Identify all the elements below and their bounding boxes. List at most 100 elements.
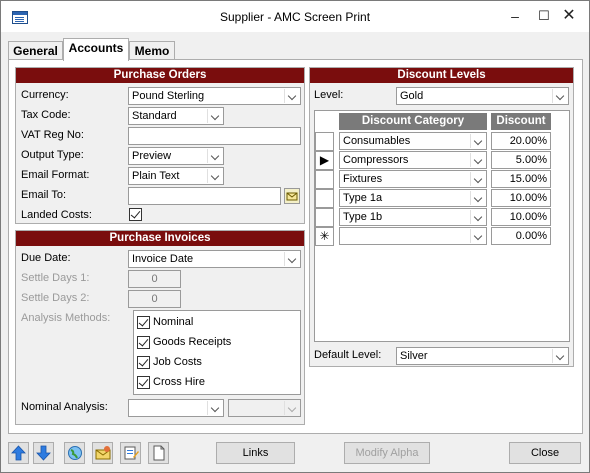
tax-code-select[interactable]: Standard [128, 107, 224, 125]
email-icon[interactable] [284, 188, 300, 204]
output-type-select[interactable]: Preview [128, 147, 224, 165]
blank-page-icon [153, 445, 165, 461]
currency-select[interactable]: Pound Sterling [128, 87, 301, 105]
notes-button[interactable] [120, 442, 141, 464]
email-to-label: Email To: [21, 189, 67, 201]
nominal-label: Nominal [153, 316, 194, 328]
chevron-down-icon[interactable] [284, 252, 299, 266]
default-level-label: Default Level: [314, 349, 382, 361]
discount-grid: Discount Category Discount Consumables 2… [314, 110, 570, 342]
nominal-analysis-select[interactable] [128, 399, 224, 417]
chevron-down-icon[interactable] [470, 172, 485, 186]
discount-category-header: Discount Category [339, 113, 487, 130]
new-document-button[interactable] [148, 442, 169, 464]
envelope-icon [95, 446, 111, 460]
category-value: Type 1b [343, 211, 383, 223]
links-button[interactable]: Links [216, 442, 295, 464]
web-button[interactable] [64, 442, 85, 464]
discount-levels-section: Discount Levels Level: Gold Discount Cat… [309, 67, 574, 367]
chevron-down-icon[interactable] [470, 153, 485, 167]
chevron-down-icon[interactable] [470, 134, 485, 148]
tab-accounts[interactable]: Accounts [63, 38, 129, 61]
level-label: Level: [314, 89, 344, 101]
chevron-down-icon[interactable] [552, 89, 567, 103]
arrow-up-icon [11, 445, 26, 461]
row-selector[interactable] [315, 132, 334, 151]
record-up-button[interactable] [8, 442, 29, 464]
chevron-down-icon[interactable] [207, 149, 222, 163]
discount-header: Discount [491, 113, 551, 130]
supplier-window: Supplier - AMC Screen Print – ☐ ✕ Genera… [0, 0, 590, 473]
analysis-methods-label: Analysis Methods: [21, 312, 111, 324]
landed-costs-checkbox[interactable] [129, 208, 142, 221]
category-cell[interactable] [339, 227, 487, 245]
document-edit-icon [124, 446, 139, 460]
category-cell[interactable]: Compressors [339, 151, 487, 169]
level-select[interactable]: Gold [396, 87, 569, 105]
purchase-orders-heading: Purchase Orders [16, 68, 304, 83]
vat-reg-input[interactable] [128, 127, 301, 145]
email-to-input[interactable] [128, 187, 281, 205]
discount-cell[interactable]: 10.00% [491, 208, 551, 226]
window-title: Supplier - AMC Screen Print [219, 10, 371, 24]
category-cell[interactable]: Consumables [339, 132, 487, 150]
discount-cell[interactable]: 0.00% [491, 227, 551, 245]
nominal-checkbox[interactable] [137, 316, 150, 329]
title-bar: Supplier - AMC Screen Print – ☐ ✕ [1, 1, 589, 32]
due-date-label: Due Date: [21, 252, 71, 264]
default-level-select[interactable]: Silver [396, 347, 569, 365]
category-cell[interactable]: Type 1b [339, 208, 487, 226]
email-format-value: Plain Text [132, 170, 180, 182]
chevron-down-icon[interactable] [470, 229, 485, 243]
due-date-value: Invoice Date [132, 253, 194, 265]
record-down-button[interactable] [33, 442, 54, 464]
analysis-methods-group: Nominal Goods Receipts Job Costs Cross H… [133, 310, 301, 395]
discount-cell[interactable]: 10.00% [491, 189, 551, 207]
close-button[interactable]: Close [509, 442, 581, 464]
email-button[interactable] [92, 442, 113, 464]
row-selector[interactable] [315, 170, 334, 189]
maximize-icon[interactable]: ☐ [532, 7, 556, 27]
minimize-icon[interactable]: – [503, 7, 527, 27]
row-selector[interactable] [315, 189, 334, 208]
chevron-down-icon[interactable] [284, 89, 299, 103]
due-date-select[interactable]: Invoice Date [128, 250, 301, 268]
email-format-select[interactable]: Plain Text [128, 167, 224, 185]
accounts-panel: Purchase Orders Currency: Pound Sterling… [8, 59, 583, 434]
discount-cell[interactable]: 15.00% [491, 170, 551, 188]
chevron-down-icon[interactable] [207, 109, 222, 123]
category-value: Compressors [343, 154, 409, 166]
close-icon[interactable]: ✕ [557, 7, 581, 27]
category-cell[interactable]: Fixtures [339, 170, 487, 188]
cross-hire-label: Cross Hire [153, 376, 205, 388]
chevron-down-icon[interactable] [207, 401, 222, 415]
job-costs-checkbox[interactable] [137, 356, 150, 369]
output-type-label: Output Type: [21, 149, 84, 161]
chevron-down-icon[interactable] [470, 210, 485, 224]
chevron-down-icon[interactable] [552, 349, 567, 363]
new-row-selector[interactable]: ✳ [315, 227, 334, 246]
currency-label: Currency: [21, 89, 69, 101]
settle-days-2-label: Settle Days 2: [21, 292, 90, 304]
category-cell[interactable]: Type 1a [339, 189, 487, 207]
purchase-orders-section: Purchase Orders Currency: Pound Sterling… [15, 67, 305, 224]
nominal-analysis-label: Nominal Analysis: [21, 401, 108, 413]
row-selector[interactable] [315, 208, 334, 227]
row-selector[interactable]: ▶ [315, 151, 334, 170]
globe-icon [68, 446, 82, 460]
job-costs-label: Job Costs [153, 356, 202, 368]
goods-receipts-checkbox[interactable] [137, 336, 150, 349]
discount-cell[interactable]: 5.00% [491, 151, 551, 169]
chevron-down-icon [284, 401, 299, 415]
chevron-down-icon[interactable] [207, 169, 222, 183]
purchase-invoices-heading: Purchase Invoices [16, 231, 304, 246]
settle-days-1-input: 0 [128, 270, 181, 288]
category-value: Fixtures [343, 173, 383, 185]
settle-days-1-label: Settle Days 1: [21, 272, 90, 284]
purchase-invoices-section: Purchase Invoices Due Date: Invoice Date… [15, 230, 305, 425]
discount-cell[interactable]: 20.00% [491, 132, 551, 150]
landed-costs-label: Landed Costs: [21, 209, 92, 221]
chevron-down-icon[interactable] [470, 191, 485, 205]
modify-alpha-button: Modify Alpha [344, 442, 430, 464]
cross-hire-checkbox[interactable] [137, 376, 150, 389]
